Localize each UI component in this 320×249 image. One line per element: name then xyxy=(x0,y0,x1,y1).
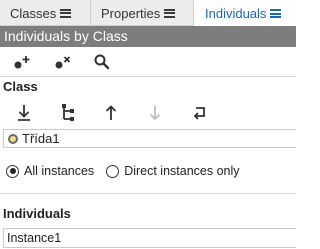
tab-classes-label: Classes xyxy=(10,5,57,21)
delete-individual-icon[interactable] xyxy=(50,49,76,75)
menu-icon[interactable] xyxy=(270,9,282,18)
radio-direct-instances-label: Direct instances only xyxy=(124,164,240,178)
tab-classes[interactable]: Classes xyxy=(0,0,91,26)
divider xyxy=(0,193,296,194)
selected-class-item[interactable]: Třída1 xyxy=(3,129,296,148)
individual-list-item[interactable]: Instance1 xyxy=(3,228,296,248)
tab-individuals-label: Individuals xyxy=(205,6,267,21)
radio-selected-icon[interactable] xyxy=(6,164,19,178)
tab-properties-label: Properties xyxy=(101,5,161,21)
menu-icon[interactable] xyxy=(60,8,72,18)
radio-all-instances-label: All instances xyxy=(24,164,95,178)
individuals-section-title: Individuals xyxy=(3,206,71,221)
divider xyxy=(0,76,296,77)
tab-individuals[interactable]: Individuals xyxy=(194,0,296,27)
add-individual-icon[interactable] xyxy=(9,49,35,75)
up-icon[interactable] xyxy=(99,100,125,126)
instances-filter: All instances Direct instances only xyxy=(6,164,252,178)
expand-down-icon[interactable] xyxy=(11,100,37,126)
menu-icon[interactable] xyxy=(164,8,176,18)
tab-properties[interactable]: Properties xyxy=(91,0,194,26)
class-icon xyxy=(8,133,18,144)
radio-all-instances[interactable]: All instances xyxy=(6,164,94,178)
return-icon[interactable] xyxy=(187,100,213,126)
radio-direct-instances[interactable]: Direct instances only xyxy=(106,164,240,178)
search-icon[interactable] xyxy=(89,49,115,75)
down-disabled-icon xyxy=(143,100,169,126)
panel-title: Individuals by Class xyxy=(0,26,296,47)
hierarchy-icon[interactable] xyxy=(55,100,81,126)
class-section-title: Class xyxy=(3,79,38,94)
tab-bar: Classes Properties Individuals xyxy=(0,0,296,27)
class-item-label: Třída1 xyxy=(22,131,60,146)
radio-unselected-icon[interactable] xyxy=(106,164,120,178)
